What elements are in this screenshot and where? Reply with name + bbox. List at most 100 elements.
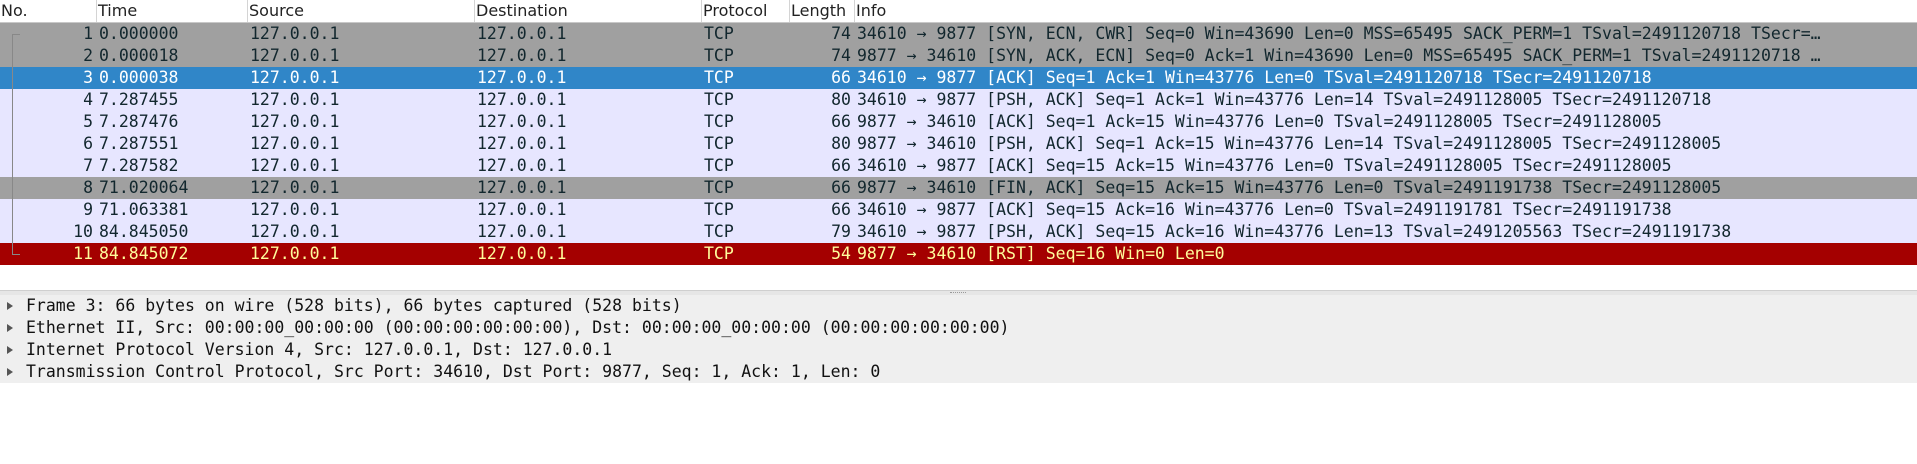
packet-no-cell: 1 [83,24,93,43]
packet-source-cell: 127.0.0.1 [250,244,340,263]
triangle-right-icon[interactable] [7,302,13,310]
packet-length-cell: 66 [831,156,851,175]
packet-info-cell: 34610 → 9877 [PSH, ACK] Seq=1 Ack=1 Win=… [857,90,1712,109]
packet-no-cell: 11 [73,244,93,263]
packet-source-cell: 127.0.0.1 [250,200,340,219]
packet-destination-cell: 127.0.0.1 [477,112,567,131]
packet-info-cell: 9877 → 34610 [PSH, ACK] Seq=1 Ack=15 Win… [857,134,1722,153]
packet-destination-cell: 127.0.0.1 [477,178,567,197]
packet-protocol-cell: TCP [704,68,734,87]
packet-source-cell: 127.0.0.1 [250,68,340,87]
detail-label: Internet Protocol Version 4, Src: 127.0.… [26,340,613,359]
packet-length-cell: 66 [831,178,851,197]
detail-label: Frame 3: 66 bytes on wire (528 bits), 66… [26,296,682,315]
packet-protocol-cell: TCP [704,90,734,109]
packet-source-cell: 127.0.0.1 [250,46,340,65]
packet-source-cell: 127.0.0.1 [250,24,340,43]
packet-row[interactable]: 2 0.000018 127.0.0.1 127.0.0.1 TCP 74 9877 → 3… [0,45,1917,67]
column-header-length[interactable]: Length [790,0,855,22]
packet-row[interactable]: 7 7.287582 127.0.0.1 127.0.0.1 TCP 66 34610 → … [0,155,1917,177]
packet-no-cell: 6 [83,134,93,153]
packet-no-cell: 10 [73,222,93,241]
packet-destination-cell: 127.0.0.1 [477,222,567,241]
packet-row[interactable]: 1 0.000000 127.0.0.1 127.0.0.1 TCP 74 34610 → … [0,23,1917,45]
packet-list-header: No. Time Source Destination Protocol Len… [0,0,1917,23]
detail-label: Ethernet II, Src: 00:00:00_00:00:00 (00:… [26,318,1010,337]
packet-time-cell: 84.845072 [99,244,189,263]
packet-destination-cell: 127.0.0.1 [477,68,567,87]
packet-destination-cell: 127.0.0.1 [477,200,567,219]
detail-tree-item[interactable]: Ethernet II, Src: 00:00:00_00:00:00 (00:… [0,317,1917,339]
packet-length-cell: 66 [831,200,851,219]
triangle-right-icon[interactable] [7,346,13,354]
packet-length-cell: 80 [831,90,851,109]
packet-destination-cell: 127.0.0.1 [477,156,567,175]
packet-info-cell: 34610 → 9877 [PSH, ACK] Seq=15 Ack=16 Wi… [857,222,1732,241]
packet-destination-cell: 127.0.0.1 [477,24,567,43]
packet-destination-cell: 127.0.0.1 [477,46,567,65]
packet-no-cell: 7 [83,156,93,175]
packet-info-cell: 9877 → 34610 [SYN, ACK, ECN] Seq=0 Ack=1… [857,46,1821,65]
packet-source-cell: 127.0.0.1 [250,178,340,197]
packet-row[interactable]: 5 7.287476 127.0.0.1 127.0.0.1 TCP 66 9877 → 3… [0,111,1917,133]
packet-details-pane[interactable]: Frame 3: 66 bytes on wire (528 bits), 66… [0,295,1917,464]
packet-protocol-cell: TCP [704,24,734,43]
packet-row[interactable]: 3 0.000038 127.0.0.1 127.0.0.1 TCP 66 34610 → … [0,67,1917,89]
packet-time-cell: 0.000038 [99,68,179,87]
packet-protocol-cell: TCP [704,46,734,65]
packet-length-cell: 79 [831,222,851,241]
packet-length-cell: 66 [831,112,851,131]
packet-time-cell: 7.287455 [99,90,179,109]
packet-no-cell: 2 [83,46,93,65]
packet-no-cell: 4 [83,90,93,109]
packet-row[interactable]: 9 71.063381 127.0.0.1 127.0.0.1 TCP 66 34610 →… [0,199,1917,221]
packet-length-cell: 74 [831,24,851,43]
packet-length-cell: 66 [831,68,851,87]
packet-protocol-cell: TCP [704,200,734,219]
packet-source-cell: 127.0.0.1 [250,222,340,241]
detail-tree-item[interactable]: Transmission Control Protocol, Src Port:… [0,361,1917,383]
packet-destination-cell: 127.0.0.1 [477,134,567,153]
packet-info-cell: 9877 → 34610 [RST] Seq=16 Win=0 Len=0 [857,244,1225,263]
column-header-destination[interactable]: Destination [475,0,702,22]
packet-protocol-cell: TCP [704,244,734,263]
packet-time-cell: 0.000000 [99,24,179,43]
packet-no-cell: 3 [83,68,93,87]
column-header-no[interactable]: No. [0,0,97,22]
packet-row[interactable]: 10 84.845050 127.0.0.1 127.0.0.1 TCP 79 34610 … [0,221,1917,243]
packet-source-cell: 127.0.0.1 [250,134,340,153]
column-header-source[interactable]: Source [248,0,475,22]
packet-info-cell: 9877 → 34610 [FIN, ACK] Seq=15 Ack=15 Wi… [857,178,1722,197]
packet-time-cell: 7.287582 [99,156,179,175]
packet-time-cell: 71.063381 [99,200,189,219]
column-header-time[interactable]: Time [97,0,248,22]
packet-length-cell: 54 [831,244,851,263]
packet-time-cell: 7.287476 [99,112,179,131]
packet-row[interactable]: 6 7.287551 127.0.0.1 127.0.0.1 TCP 80 9877 → 3… [0,133,1917,155]
packet-protocol-cell: TCP [704,222,734,241]
packet-source-cell: 127.0.0.1 [250,112,340,131]
packet-time-cell: 71.020064 [99,178,189,197]
packet-source-cell: 127.0.0.1 [250,90,340,109]
packet-info-cell: 34610 → 9877 [ACK] Seq=15 Ack=15 Win=437… [857,156,1672,175]
triangle-right-icon[interactable] [7,368,13,376]
column-header-info[interactable]: Info [855,0,1917,22]
triangle-right-icon[interactable] [7,324,13,332]
packet-info-cell: 34610 → 9877 [ACK] Seq=15 Ack=16 Win=437… [857,200,1672,219]
packet-row[interactable]: 4 7.287455 127.0.0.1 127.0.0.1 TCP 80 34610 → … [0,89,1917,111]
packet-source-cell: 127.0.0.1 [250,156,340,175]
packet-no-cell: 8 [83,178,93,197]
packet-row[interactable]: 11 84.845072 127.0.0.1 127.0.0.1 TCP 54 9877 →… [0,243,1917,265]
packet-protocol-cell: TCP [704,112,734,131]
packet-protocol-cell: TCP [704,178,734,197]
packet-time-cell: 7.287551 [99,134,179,153]
packet-list[interactable]: 1 0.000000 127.0.0.1 127.0.0.1 TCP 74 34610 → … [0,23,1917,266]
packet-no-cell: 5 [83,112,93,131]
detail-tree-item[interactable]: Internet Protocol Version 4, Src: 127.0.… [0,339,1917,361]
packet-row[interactable]: 8 71.020064 127.0.0.1 127.0.0.1 TCP 66 9877 → … [0,177,1917,199]
column-header-protocol[interactable]: Protocol [702,0,790,22]
packet-destination-cell: 127.0.0.1 [477,90,567,109]
packet-time-cell: 84.845050 [99,222,189,241]
detail-tree-item[interactable]: Frame 3: 66 bytes on wire (528 bits), 66… [0,295,1917,317]
packet-info-cell: 9877 → 34610 [ACK] Seq=1 Ack=15 Win=4377… [857,112,1662,131]
